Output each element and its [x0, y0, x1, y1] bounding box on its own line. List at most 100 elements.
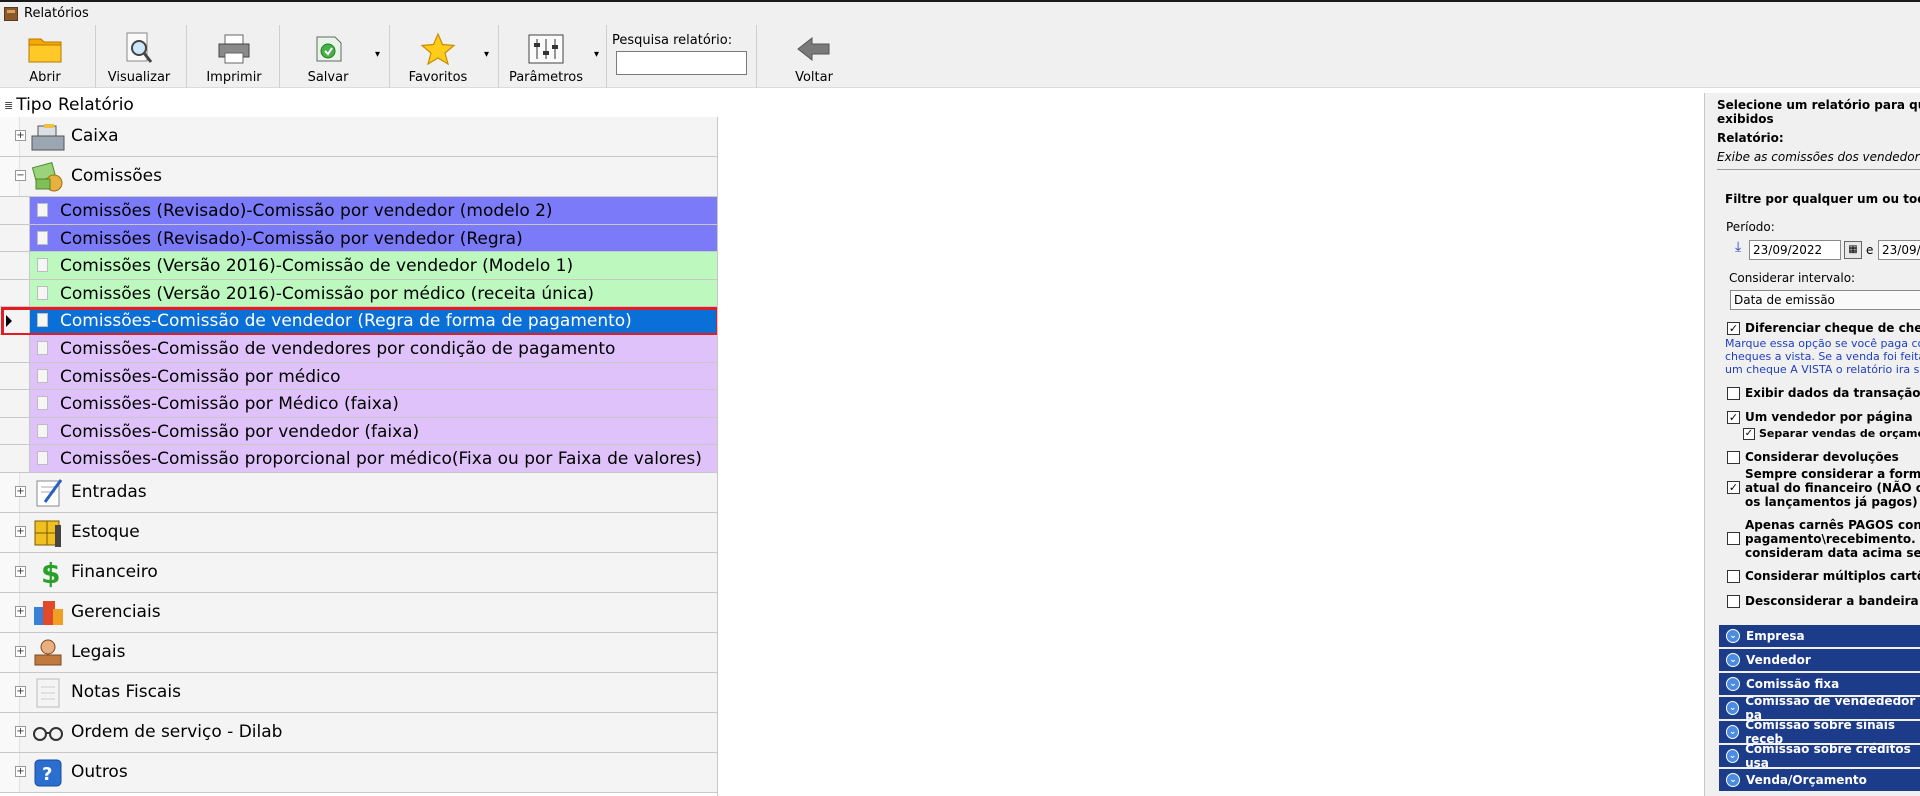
cash-register-icon: [30, 121, 66, 153]
ignore-flag-checkbox[interactable]: [1727, 595, 1740, 608]
star-icon: [418, 29, 458, 69]
search-label: Pesquisa relatório:: [612, 33, 733, 48]
report-row[interactable]: Comissões-Comissão por Médico (faixa): [0, 390, 717, 418]
category-row-legais[interactable]: + Legais: [0, 632, 717, 673]
title-bar: Relatórios: [0, 2, 1920, 25]
multiple-cards-checkbox[interactable]: [1727, 570, 1740, 583]
expand-icon[interactable]: +: [15, 765, 26, 777]
always-consider-label: Sempre considerar a forma: [1745, 467, 1920, 481]
svg-text:?: ?: [42, 764, 52, 785]
open-button[interactable]: Abrir: [16, 25, 74, 88]
category-row-comissoes[interactable]: − Comissões: [0, 157, 717, 197]
print-button[interactable]: Imprimir: [198, 25, 270, 88]
section-comissao-fixa[interactable]: ⌄ Comissão fixa: [1719, 673, 1920, 695]
save-dropdown-arrow-icon[interactable]: ▾: [375, 49, 380, 60]
report-search-input[interactable]: [616, 51, 747, 75]
filter-panel: Selecione um relatório para que s exibid…: [1704, 93, 1920, 796]
category-row-outros[interactable]: + ? Outros: [0, 752, 717, 793]
expand-icon[interactable]: +: [15, 725, 26, 737]
separate-sales-checkbox[interactable]: ✓: [1743, 428, 1755, 440]
favorites-dropdown-arrow-icon[interactable]: ▾: [484, 49, 489, 60]
report-row[interactable]: Comissões (Versão 2016)-Comissão por méd…: [0, 279, 717, 308]
expand-icon[interactable]: +: [15, 485, 26, 497]
section-vendedor[interactable]: ⌄ Vendedor: [1719, 649, 1920, 671]
period-label: Período:: [1726, 220, 1775, 234]
download-arrow-icon[interactable]: ⤓: [1735, 239, 1741, 255]
category-row-notas-fiscais[interactable]: + Notas Fiscais: [0, 672, 717, 713]
differentiate-checkbox[interactable]: ✓: [1727, 322, 1740, 335]
legal-icon: [30, 637, 66, 669]
category-label: Financeiro: [71, 561, 158, 582]
preview-button[interactable]: Visualizar: [104, 25, 174, 88]
show-transaction-label: Exibir dados da transação de: [1745, 386, 1920, 400]
paid-only-label: Apenas carnês PAGOS confo: [1745, 518, 1920, 532]
dollar-icon: $: [30, 557, 66, 589]
report-row[interactable]: Comissões-Comissão de vendedores por con…: [0, 334, 717, 363]
column-header-tipo[interactable]: Tipo: [16, 95, 52, 115]
report-row-selected[interactable]: Comissões-Comissão de vendedor (Regra de…: [0, 307, 717, 337]
report-tree: + Caixa − Comissões Comissões (Revisado)…: [0, 117, 718, 796]
consider-returns-checkbox[interactable]: [1727, 451, 1740, 464]
toolbar: Abrir Visualizar Imprimir Salvar ▾ Favor…: [0, 25, 1920, 88]
back-button[interactable]: Voltar: [776, 25, 852, 88]
report-row[interactable]: Comissões-Comissão por médico: [0, 362, 717, 391]
collapse-icon[interactable]: −: [15, 170, 26, 181]
report-row[interactable]: Comissões (Revisado)-Comissão por vended…: [0, 224, 717, 253]
section-empresa[interactable]: ⌄ Empresa: [1719, 625, 1920, 647]
glasses-icon: [30, 717, 66, 749]
section-comissao-vendedor[interactable]: ⌄ Comissão de vendededor pa: [1719, 694, 1920, 722]
expand-icon[interactable]: +: [15, 685, 26, 697]
report-label: Comissões-Comissão de vendedores por con…: [60, 338, 616, 359]
category-row-financeiro[interactable]: + $ Financeiro: [0, 552, 717, 593]
always-consider-checkbox[interactable]: ✓: [1727, 481, 1740, 494]
column-grip-icon[interactable]: ≣: [4, 99, 13, 112]
consider-returns-label: Considerar devoluções: [1745, 450, 1899, 464]
commission-icon: [30, 161, 66, 193]
column-header-relatorio[interactable]: Relatório: [58, 95, 134, 115]
date-from-field[interactable]: 23/09/2022: [1749, 240, 1841, 260]
document-icon: [37, 258, 48, 273]
category-label: Outros: [71, 761, 128, 782]
report-label: Comissões-Comissão por vendedor (faixa): [60, 421, 420, 442]
expand-icon[interactable]: +: [15, 645, 26, 657]
section-venda-orcamento[interactable]: ⌄ Venda/Orçamento: [1719, 769, 1920, 791]
category-label: Legais: [71, 641, 126, 662]
favorites-button[interactable]: Favoritos: [402, 25, 474, 88]
section-comissao-creditos[interactable]: ⌄ Comissão sobre créditos usa: [1719, 742, 1920, 770]
category-row-gerenciais[interactable]: + Gerenciais: [0, 592, 717, 633]
parameters-button[interactable]: Parâmetros: [508, 25, 584, 88]
paid-only-label-2: pagamento\recebimento. D: [1745, 532, 1920, 546]
report-label: Comissões-Comissão por médico: [60, 366, 341, 387]
report-row[interactable]: Comissões (Revisado)-Comissão por vended…: [0, 197, 717, 225]
save-button[interactable]: Salvar: [290, 25, 366, 88]
paid-only-checkbox[interactable]: [1727, 532, 1740, 545]
expand-icon[interactable]: +: [15, 565, 26, 577]
one-seller-per-page-checkbox[interactable]: ✓: [1727, 411, 1740, 424]
calendar-icon[interactable]: ▦: [1844, 241, 1862, 259]
expand-icon[interactable]: +: [15, 605, 26, 617]
toolbar-separator: [389, 25, 390, 88]
expand-icon[interactable]: +: [15, 525, 26, 537]
report-label: Comissões (Revisado)-Comissão por vended…: [60, 201, 553, 221]
report-row[interactable]: Comissões-Comissão por vendedor (faixa): [0, 417, 717, 446]
date-to-field[interactable]: 23/09/: [1878, 240, 1920, 260]
document-icon: [37, 423, 48, 438]
parameters-dropdown-arrow-icon[interactable]: ▾: [594, 49, 599, 60]
chevron-down-icon: ⌄: [1726, 725, 1740, 739]
show-transaction-checkbox[interactable]: [1727, 387, 1740, 400]
section-comissao-sinais[interactable]: ⌄ Comissão sobre sinais receb: [1719, 718, 1920, 746]
box-icon: [4, 6, 18, 21]
sliders-icon: [526, 29, 566, 69]
interval-select[interactable]: Data de emissão: [1730, 290, 1920, 310]
document-icon: [37, 230, 48, 245]
report-row[interactable]: Comissões-Comissão proporcional por médi…: [0, 445, 717, 473]
expand-icon[interactable]: +: [15, 130, 26, 141]
help-icon: ?: [30, 757, 66, 789]
category-row-caixa[interactable]: + Caixa: [0, 117, 717, 157]
category-row-ordem-de-servico[interactable]: + Ordem de serviço - Dilab: [0, 712, 717, 753]
category-row-entradas[interactable]: + Entradas: [0, 472, 717, 513]
report-row[interactable]: Comissões (Versão 2016)-Comissão de vend…: [0, 252, 717, 280]
category-label: Entradas: [71, 481, 147, 502]
toolbar-separator: [606, 25, 607, 88]
category-row-estoque[interactable]: + Estoque: [0, 512, 717, 553]
